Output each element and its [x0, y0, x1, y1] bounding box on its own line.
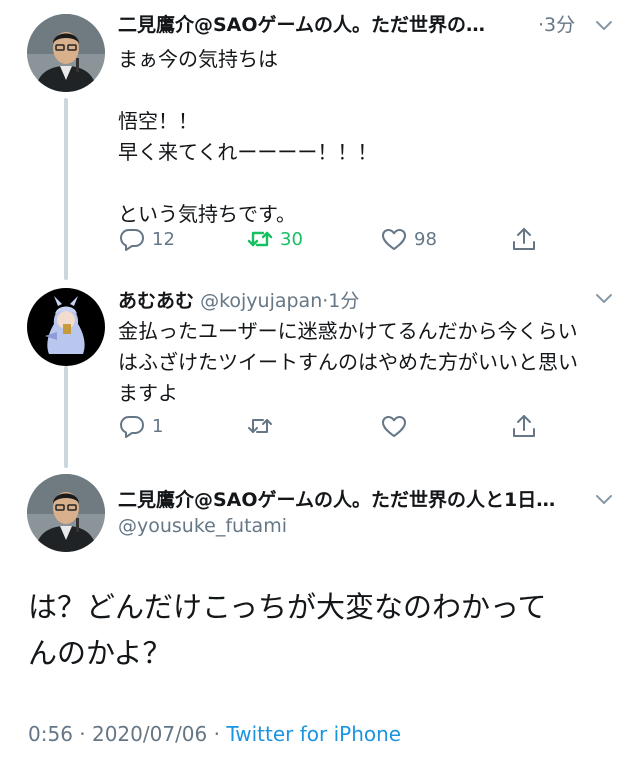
- retweet-icon: [246, 412, 274, 440]
- reply-icon: [118, 225, 146, 253]
- reply-count: 1: [152, 415, 164, 437]
- tweet-actions: 12 30 98: [118, 223, 548, 255]
- heart-icon: [380, 225, 408, 253]
- user-handle[interactable]: @yousuke_futami: [118, 515, 287, 537]
- tweet-timestamp: 0:56 · 2020/07/06 ·: [28, 722, 227, 746]
- reply-icon: [118, 412, 146, 440]
- avatar[interactable]: [27, 288, 105, 366]
- tweet-source-link[interactable]: Twitter for iPhone: [226, 722, 401, 746]
- tweet-time[interactable]: 3分: [544, 14, 575, 36]
- heart-icon: [380, 412, 408, 440]
- avatar[interactable]: [27, 474, 105, 552]
- display-name[interactable]: 二見鷹介@SAOゲームの人。ただ世界の人と1日…: [118, 489, 555, 511]
- tweet-header: 二見鷹介@SAOゲームの人。ただ世界の人と1日…: [118, 487, 588, 513]
- like-count: 98: [414, 228, 437, 250]
- like-button[interactable]: 98: [380, 223, 437, 255]
- tweet-header: 二見鷹介@SAOゲームの人。ただ世界の…: [118, 12, 558, 38]
- tweet-actions: 1: [118, 410, 548, 442]
- tweet-time-wrap: ·3分: [538, 12, 575, 38]
- chevron-down-icon[interactable]: [594, 493, 614, 507]
- retweet-icon: [246, 225, 274, 253]
- chevron-down-icon[interactable]: [594, 19, 614, 33]
- handle-row: @yousuke_futami: [118, 513, 287, 539]
- avatar[interactable]: [27, 14, 105, 92]
- reply-button[interactable]: 1: [118, 410, 163, 442]
- like-button[interactable]: [380, 410, 408, 442]
- tweet-text: まぁ今の気持ちは 悟空！！ 早く来てくれーーーー！！！ という気持ちです。: [118, 47, 378, 226]
- tweet-text: は？どんだけこっちが大変なのわかって んのかよ？: [28, 590, 547, 670]
- reply-button[interactable]: 12: [118, 223, 175, 255]
- user-handle[interactable]: @kojyujapan: [200, 290, 322, 312]
- share-icon: [510, 412, 538, 440]
- display-name[interactable]: あむあむ: [118, 290, 194, 312]
- reply-count: 12: [152, 228, 175, 250]
- share-button[interactable]: [510, 410, 538, 442]
- share-button[interactable]: [510, 223, 538, 255]
- thread-line: [64, 98, 68, 280]
- share-icon: [510, 225, 538, 253]
- retweet-button[interactable]: [246, 410, 274, 442]
- tweet-header: あむあむ @kojyujapan·1分: [118, 288, 578, 314]
- chevron-down-icon[interactable]: [594, 292, 614, 306]
- display-name[interactable]: 二見鷹介@SAOゲームの人。ただ世界の…: [118, 14, 485, 36]
- retweet-button[interactable]: 30: [246, 223, 303, 255]
- tweet-text: 金払ったユーザーに迷惑かけてるんだから今くらい はふざけたツイートすんのはやめた…: [118, 319, 578, 405]
- retweet-count: 30: [280, 228, 303, 250]
- tweet-meta: 0:56 · 2020/07/06 · Twitter for iPhone: [28, 720, 401, 748]
- tweet-time[interactable]: 1分: [328, 290, 359, 312]
- thread-line: [64, 366, 68, 468]
